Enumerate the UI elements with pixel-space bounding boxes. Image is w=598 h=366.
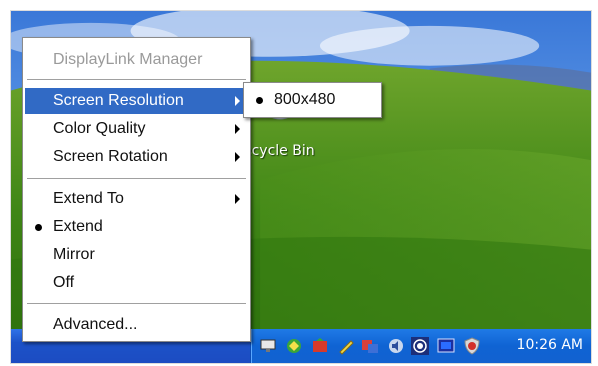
submenu-arrow-icon bbox=[235, 96, 240, 106]
menu-item-label: Off bbox=[53, 274, 75, 291]
selected-bullet-icon bbox=[256, 97, 263, 104]
menu-item-label: Advanced... bbox=[53, 316, 138, 333]
menu-item-advanced[interactable]: Advanced... bbox=[25, 312, 248, 338]
submenu-item-label: 800x480 bbox=[274, 91, 336, 108]
volume-icon[interactable] bbox=[387, 337, 405, 355]
menu-item-color-quality[interactable]: Color Quality bbox=[25, 116, 248, 142]
clock[interactable]: 10:26 AM bbox=[517, 337, 583, 353]
menu-separator bbox=[27, 79, 246, 81]
menu-item-mirror[interactable]: Mirror bbox=[25, 242, 248, 268]
system-tray: 10:26 AM bbox=[250, 329, 591, 363]
menu-item-screen-rotation[interactable]: Screen Rotation bbox=[25, 144, 248, 170]
menu-item-label: Color Quality bbox=[53, 120, 146, 137]
screen-icon[interactable] bbox=[437, 337, 455, 355]
menu-item-extend[interactable]: Extend bbox=[25, 214, 248, 240]
submenu-arrow-icon bbox=[235, 124, 240, 134]
menu-item-label: Extend To bbox=[53, 190, 124, 207]
selected-bullet-icon bbox=[35, 224, 42, 231]
submenu-arrow-icon bbox=[235, 152, 240, 162]
context-menu: DisplayLink Manager Screen Resolution Co… bbox=[22, 37, 251, 342]
menu-item-screen-resolution[interactable]: Screen Resolution bbox=[25, 88, 248, 114]
recycle-bin-label: ecycle Bin bbox=[243, 143, 315, 159]
wireless-icon[interactable] bbox=[411, 337, 429, 355]
tool-icon[interactable] bbox=[337, 337, 355, 355]
menu-item-label: DisplayLink Manager bbox=[53, 51, 203, 68]
monitor-icon[interactable] bbox=[259, 337, 277, 355]
menu-item-extend-to[interactable]: Extend To bbox=[25, 186, 248, 212]
menu-item-label: Screen Rotation bbox=[53, 148, 168, 165]
menu-separator bbox=[27, 178, 246, 180]
menu-item-label: Extend bbox=[53, 218, 103, 235]
network-icon[interactable] bbox=[285, 337, 303, 355]
display-icon[interactable] bbox=[361, 337, 379, 355]
menu-item-label: Screen Resolution bbox=[53, 92, 184, 109]
menu-item-displaylink-manager: DisplayLink Manager bbox=[25, 47, 248, 73]
submenu-arrow-icon bbox=[235, 194, 240, 204]
menu-separator bbox=[27, 303, 246, 305]
security-icon[interactable] bbox=[311, 337, 329, 355]
submenu-item-800x480[interactable]: 800x480 bbox=[246, 87, 379, 113]
menu-item-label: Mirror bbox=[53, 246, 95, 263]
resolution-submenu: 800x480 bbox=[243, 82, 382, 118]
shield-icon[interactable] bbox=[463, 337, 481, 355]
menu-item-off[interactable]: Off bbox=[25, 270, 248, 296]
